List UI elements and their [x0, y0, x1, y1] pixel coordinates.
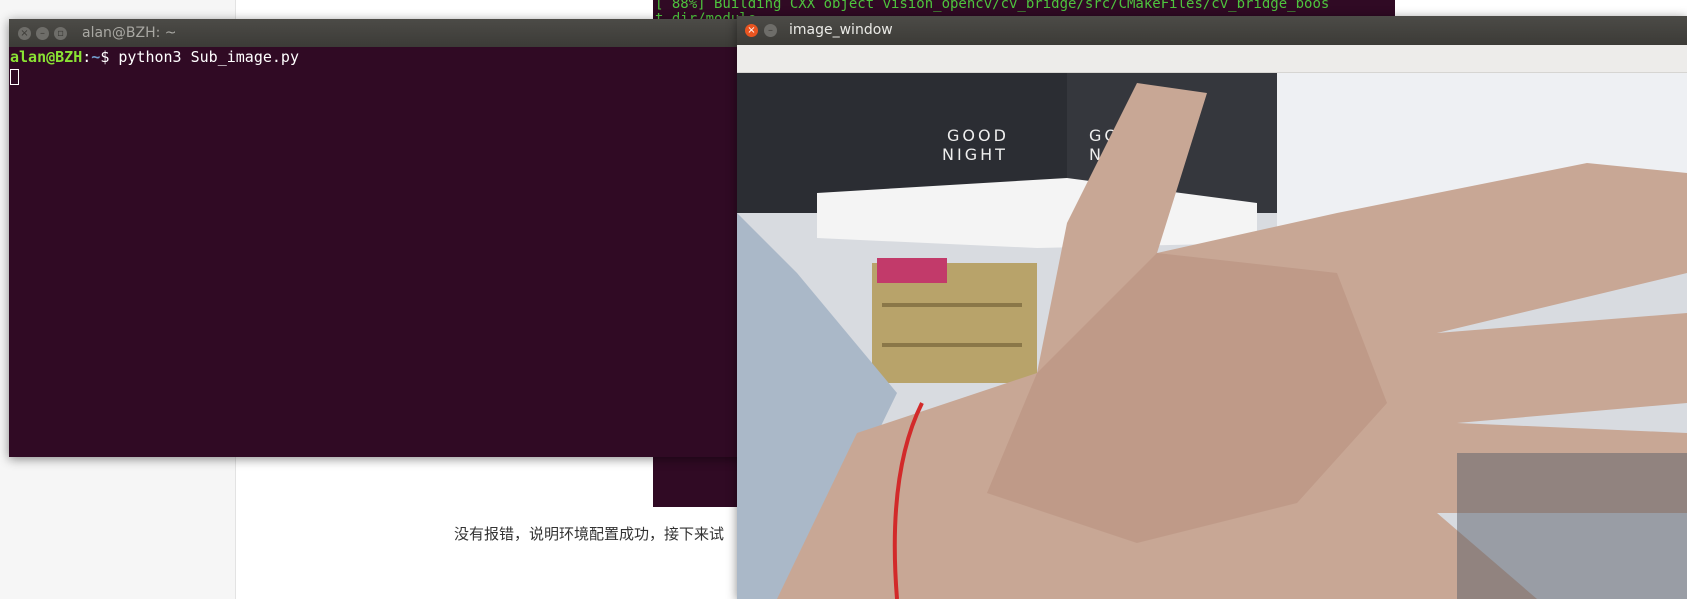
terminal-window[interactable]: × – ▫ alan@BZH: ~ alan@BZH:~$ python3 Su…: [9, 19, 749, 457]
terminal-body[interactable]: alan@BZH:~$ python3 Sub_image.py: [9, 47, 749, 457]
prompt-symbol: $: [100, 48, 119, 66]
maximize-icon[interactable]: ▫: [54, 27, 67, 40]
prompt-user: alan@BZH: [10, 48, 83, 66]
terminal-title: alan@BZH: ~: [82, 25, 177, 41]
command-text: python3 Sub_image.py: [118, 48, 299, 66]
minimize-icon[interactable]: –: [36, 27, 49, 40]
terminal-cursor: [10, 69, 19, 85]
close-icon[interactable]: ×: [745, 24, 758, 37]
poster-night: NIGHT: [942, 145, 1008, 164]
image-window-title: image_window: [789, 22, 893, 38]
prompt-path: ~: [91, 48, 101, 66]
poster-good: GOOD: [947, 126, 1009, 145]
build-output-line: [ 88%] Building CXX object vision_opencv…: [655, 0, 1330, 12]
minimize-icon[interactable]: –: [764, 24, 777, 37]
camera-image: GOOD NIGHT GOOD NIGHT: [737, 73, 1687, 599]
image-window-toolbar: [737, 45, 1687, 73]
image-window-titlebar[interactable]: × – image_window: [737, 16, 1687, 45]
image-window[interactable]: × – image_window GOOD NIGHT GOOD NIGHT: [737, 16, 1687, 599]
prompt-line: alan@BZH:~$ python3 Sub_image.py: [10, 47, 749, 67]
camera-frame: GOOD NIGHT GOOD NIGHT: [737, 73, 1687, 599]
close-icon[interactable]: ×: [18, 27, 31, 40]
prompt-separator: :: [82, 48, 92, 66]
terminal-titlebar[interactable]: × – ▫ alan@BZH: ~: [9, 19, 749, 47]
article-paragraph: 没有报错，说明环境配置成功，接下来试: [454, 525, 725, 543]
